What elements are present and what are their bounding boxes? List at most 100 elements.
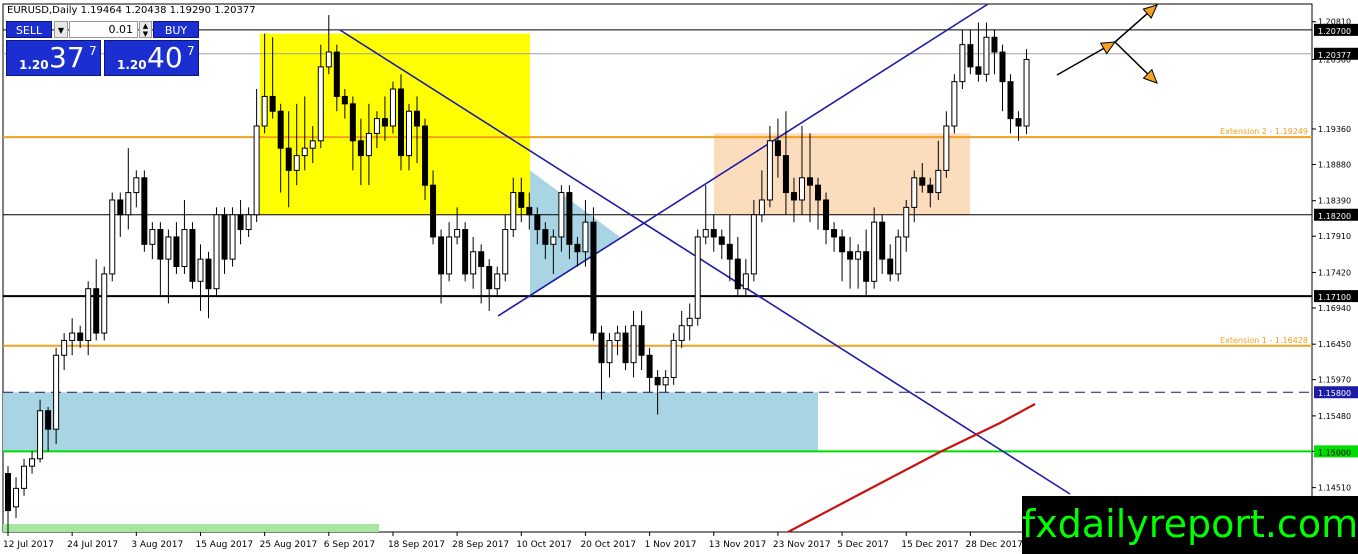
bear-candle-body — [566, 192, 573, 245]
bear-candle-body — [5, 473, 11, 512]
bear-candle-body — [478, 251, 485, 268]
bull-candle-body — [101, 273, 108, 334]
buy-quote-box[interactable]: 1.20 40 7 — [104, 40, 199, 76]
bear-candle-body — [381, 118, 388, 127]
bear-candle-body — [141, 177, 148, 245]
bull-candle-body — [197, 258, 204, 282]
bear-candle-body — [333, 51, 340, 97]
bear-candle-body — [638, 325, 645, 356]
bear-candle-body — [839, 236, 846, 253]
bear-candle-body — [734, 258, 741, 290]
price-tag: 1.15000 — [1314, 445, 1358, 458]
bull-candle-body — [29, 458, 36, 467]
bear-candle-body — [414, 110, 421, 127]
bull-candle-body — [871, 221, 878, 282]
bull-candle-body — [943, 125, 950, 171]
bull-candle-body — [293, 155, 300, 171]
bull-candle-body — [855, 251, 862, 260]
bull-candle-body — [614, 332, 621, 341]
candle-6 — [53, 347, 60, 444]
bull-candle-body — [317, 66, 324, 142]
bull-candle-body — [959, 44, 966, 83]
bull-candle-body — [550, 236, 557, 245]
bull-candle-body — [935, 169, 942, 194]
price-chart[interactable]: Extension 2 - 1.19249 Extension 1 - 1.164… — [0, 0, 1358, 554]
time-tick-label: 12 Jul 2017 — [3, 540, 54, 550]
bull-candle-body — [446, 236, 453, 275]
candle-111 — [895, 229, 902, 282]
bull-candle-body — [181, 229, 188, 268]
bull-candle-body — [37, 410, 44, 460]
bull-candle-body — [678, 325, 685, 341]
bear-candle-body — [1015, 118, 1022, 127]
candle-83 — [670, 333, 677, 385]
sell-quote-box[interactable]: 1.20 37 7 — [6, 40, 101, 76]
bear-candle-body — [790, 192, 797, 201]
bear-candle-body — [879, 221, 886, 260]
price-tick-label: 1.15970 — [1318, 376, 1351, 385]
candle-127 — [1023, 49, 1030, 135]
lot-size-input[interactable] — [69, 21, 138, 38]
sell-button[interactable]: SELL — [6, 21, 52, 38]
price-tick-label: 1.14510 — [1318, 484, 1351, 493]
bull-candle-body — [606, 339, 613, 364]
bull-candle-body — [702, 229, 709, 238]
time-tick-label: 3 Aug 2017 — [131, 540, 183, 550]
bull-candle-body — [389, 88, 396, 127]
bull-candle-body — [406, 110, 412, 157]
bear-candle-body — [237, 214, 244, 231]
bear-candle-body — [341, 95, 348, 105]
bull-candle-body — [798, 177, 805, 201]
time-tick-label: 28 Dec 2017 — [965, 540, 1023, 550]
bear-candle-body — [269, 95, 276, 112]
bear-candle-body — [831, 229, 838, 238]
bull-candle-body — [69, 332, 76, 341]
bull-candle-body — [694, 236, 701, 319]
bull-candle-body — [133, 177, 140, 194]
bear-candle-body — [93, 288, 100, 334]
sell-quote-pips: 37 — [49, 41, 85, 74]
chart-background — [0, 0, 1358, 554]
buy-quote-fraction: 7 — [187, 44, 195, 58]
bear-candle-body — [430, 184, 437, 238]
bull-candle-body — [53, 354, 60, 430]
bull-candle-body — [903, 206, 910, 238]
bear-candle-body — [205, 258, 212, 290]
bull-candle-body — [325, 51, 332, 68]
spinner-down-icon: ▼ — [142, 30, 149, 38]
bull-candle-body — [983, 36, 990, 75]
candle-17 — [141, 170, 148, 252]
one-click-trading-panel: SELL ▼ ▲▼ BUY 1.20 37 7 1.20 40 7 — [6, 21, 199, 76]
bull-candle-body — [502, 229, 509, 275]
sell-quote-fraction: 7 — [89, 44, 97, 58]
price-tick-label: 1.17910 — [1318, 232, 1351, 241]
time-tick-label: 15 Dec 2017 — [901, 540, 959, 550]
bull-candle-body — [309, 140, 316, 149]
bull-candle-body — [766, 140, 773, 201]
bull-candle-body — [165, 236, 172, 260]
spinner-up-icon: ▲ — [142, 22, 149, 30]
lot-dropdown-button[interactable]: ▼ — [54, 21, 68, 38]
price-tag-label: 1.18200 — [1318, 212, 1351, 221]
time-tick-label: 24 Jul 2017 — [67, 540, 118, 550]
buy-quote-pips: 40 — [147, 41, 183, 74]
bear-candle-body — [622, 332, 629, 364]
lot-spinner[interactable]: ▲ ▼ — [139, 21, 152, 38]
bull-candle-body — [470, 251, 477, 275]
bear-candle-body — [919, 177, 926, 186]
price-tag-label: 1.15000 — [1318, 448, 1351, 457]
bear-candle-body — [526, 206, 533, 216]
bull-candle-body — [109, 199, 116, 275]
bear-candle-body — [349, 103, 356, 142]
bear-candle-body — [438, 236, 445, 275]
bull-candle-body — [750, 214, 757, 275]
bull-candle-body — [125, 192, 132, 216]
buy-button[interactable]: BUY — [153, 21, 199, 38]
bull-candle-body — [686, 317, 693, 327]
price-tag: 1.20377 — [1314, 47, 1358, 60]
bull-candle-body — [630, 325, 637, 364]
price-tag: 1.17100 — [1314, 290, 1358, 303]
bear-candle-body — [574, 243, 581, 253]
bull-candle-body — [61, 339, 68, 356]
bull-candle-body — [911, 177, 918, 208]
